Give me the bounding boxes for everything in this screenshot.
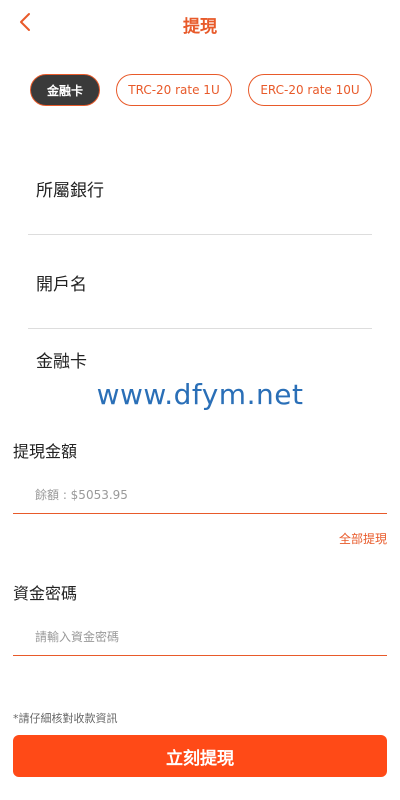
account-name-label: 開戶名 — [36, 274, 87, 295]
method-tab-erc20[interactable]: ERC-20 rate 10U — [248, 74, 372, 106]
divider — [28, 328, 372, 329]
bank-select-field[interactable]: 所屬銀行 — [28, 165, 372, 211]
amount-label: 提現金額 — [13, 442, 78, 461]
divider — [28, 234, 372, 235]
method-tab-bank-card[interactable]: 金融卡 — [30, 74, 100, 106]
verify-notice: *請仔細核對收款資訊 — [13, 712, 118, 725]
card-field-label: 金融卡 — [36, 351, 87, 372]
card-number-field[interactable]: 金融卡 — [28, 336, 372, 382]
bank-field-label: 所屬銀行 — [36, 180, 104, 201]
header: 提現 — [0, 0, 400, 46]
watermark: www.dfym.net — [96, 378, 304, 411]
fund-password-input[interactable] — [13, 618, 387, 656]
password-label: 資金密碼 — [13, 584, 78, 603]
withdraw-method-tabs: 金融卡 TRC-20 rate 1U ERC-20 rate 10U — [30, 74, 372, 106]
method-tab-trc20[interactable]: TRC-20 rate 1U — [116, 74, 232, 106]
amount-input[interactable] — [13, 476, 387, 514]
withdraw-all-link[interactable]: 全部提現 — [339, 530, 387, 547]
page-title: 提現 — [183, 17, 217, 37]
withdraw-now-button[interactable]: 立刻提現 — [13, 735, 387, 777]
account-name-field[interactable]: 開戶名 — [28, 259, 372, 305]
